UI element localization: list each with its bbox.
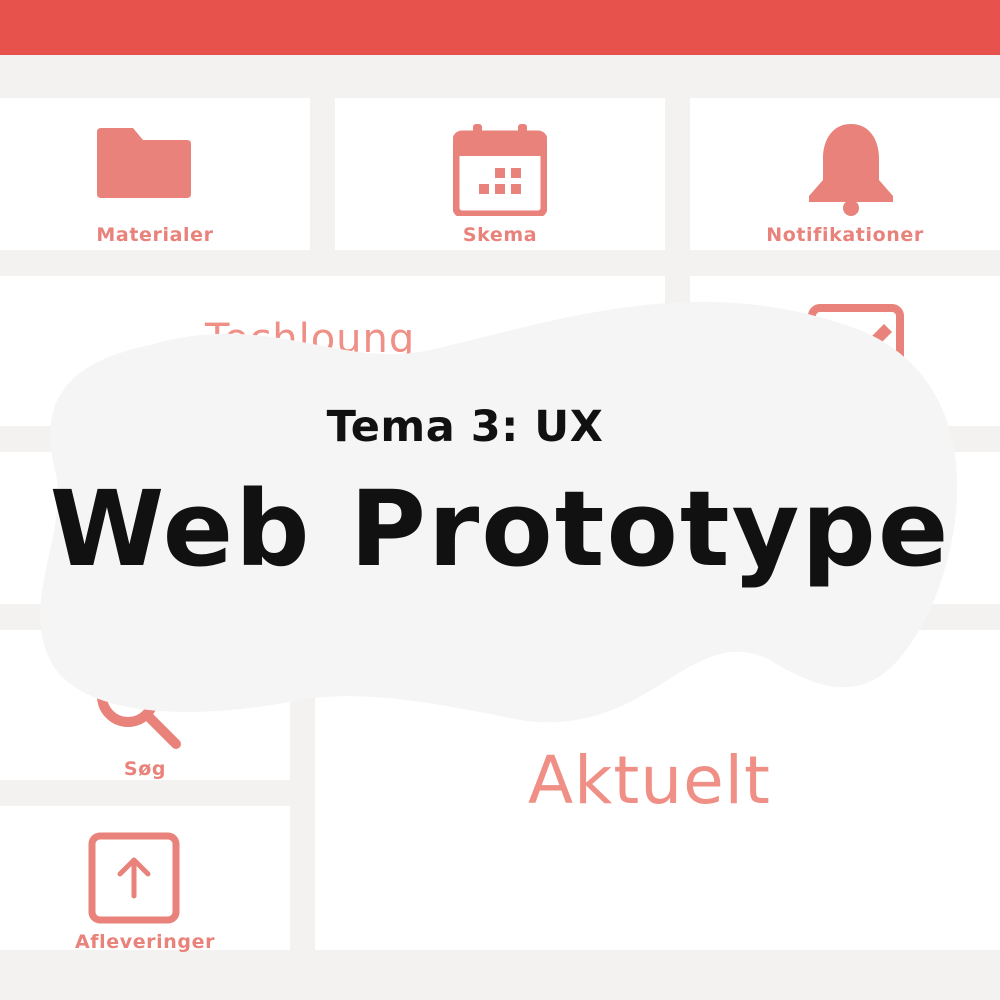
overlay-title: Web Prototype (49, 468, 951, 590)
overlay-subtitle: Tema 3: UX (326, 402, 604, 452)
